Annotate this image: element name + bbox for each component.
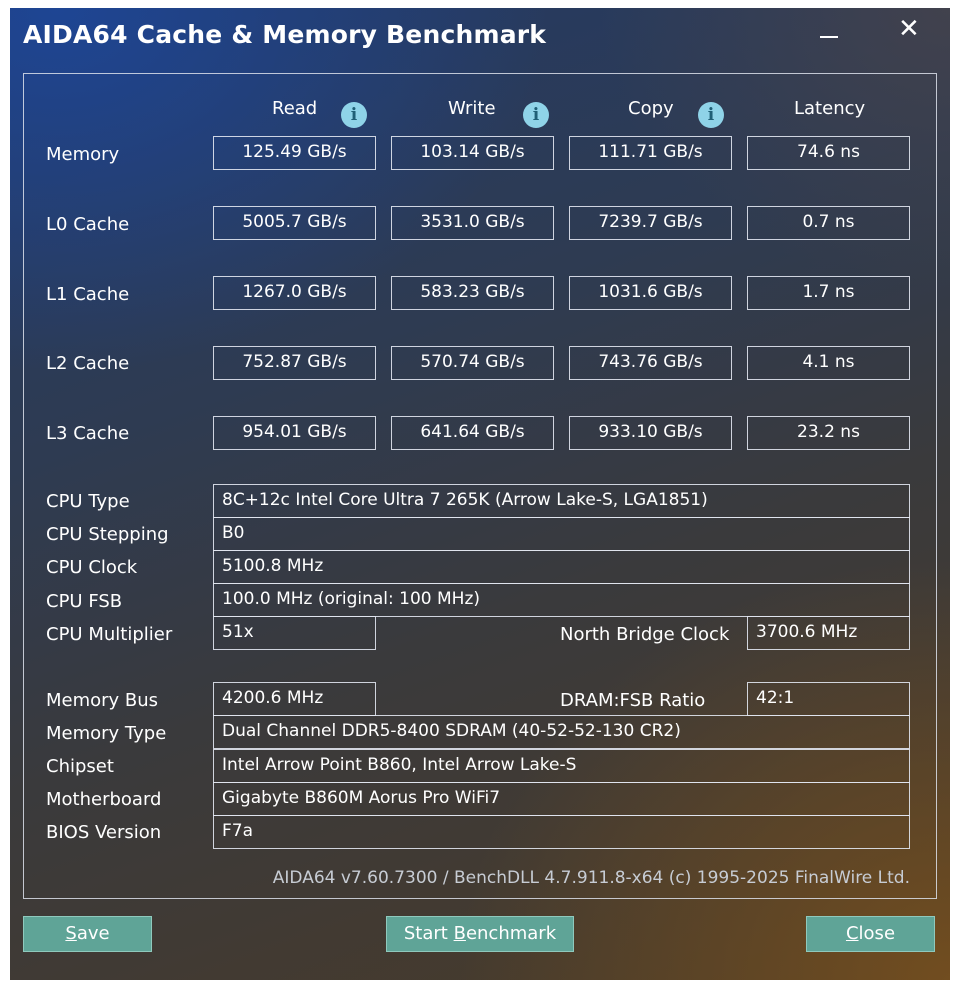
cpu-stepping-field: B0 (213, 517, 910, 551)
l0-copy-field: 7239.7 GB/s (569, 206, 732, 240)
cpu-clock-field: 5100.8 MHz (213, 550, 910, 584)
memory-bus-label: Memory Bus (46, 690, 159, 711)
l2-write-field: 570.74 GB/s (391, 346, 554, 380)
l3-latency-field: 23.2 ns (747, 416, 910, 450)
cpu-stepping-label: CPU Stepping (46, 524, 169, 545)
save-button[interactable]: Save (23, 916, 152, 952)
bios-version-label: BIOS Version (46, 822, 162, 843)
memory-write-field: 103.14 GB/s (391, 136, 554, 170)
north-bridge-clock-field: 3700.6 MHz (747, 616, 910, 650)
header-latency: Latency (794, 98, 866, 119)
version-footer: AIDA64 v7.60.7300 / BenchDLL 4.7.911.8-x… (272, 868, 910, 888)
minimize-icon[interactable] (820, 36, 838, 38)
cpu-type-field: 8C+12c Intel Core Ultra 7 265K (Arrow La… (213, 484, 910, 518)
memory-type-field: Dual Channel DDR5-8400 SDRAM (40-52-52-1… (213, 715, 910, 749)
l2-read-field: 752.87 GB/s (213, 346, 376, 380)
header-read: Read (272, 98, 318, 119)
chipset-field: Intel Arrow Point B860, Intel Arrow Lake… (213, 749, 910, 783)
window-title: AIDA64 Cache & Memory Benchmark (23, 20, 547, 49)
l2-copy-field: 743.76 GB/s (569, 346, 732, 380)
info-icon[interactable]: i (698, 102, 724, 128)
row-label-l2: L2 Cache (46, 353, 130, 374)
chipset-label: Chipset (46, 756, 114, 777)
row-label-l0: L0 Cache (46, 214, 130, 235)
l1-write-field: 583.23 GB/s (391, 276, 554, 310)
memory-read-field: 125.49 GB/s (213, 136, 376, 170)
l1-copy-field: 1031.6 GB/s (569, 276, 732, 310)
cpu-type-label: CPU Type (46, 491, 130, 512)
memory-latency-field: 74.6 ns (747, 136, 910, 170)
info-icon[interactable]: i (523, 102, 549, 128)
cpu-fsb-label: CPU FSB (46, 591, 123, 612)
l3-copy-field: 933.10 GB/s (569, 416, 732, 450)
header-copy: Copy (628, 98, 674, 119)
cpu-clock-label: CPU Clock (46, 557, 138, 578)
header-write: Write (448, 98, 496, 119)
motherboard-label: Motherboard (46, 789, 162, 810)
memory-copy-field: 111.71 GB/s (569, 136, 732, 170)
cpu-fsb-field: 100.0 MHz (original: 100 MHz) (213, 583, 910, 617)
benchmark-window: AIDA64 Cache & Memory Benchmark ✕ Read i… (10, 8, 950, 980)
l0-write-field: 3531.0 GB/s (391, 206, 554, 240)
l1-read-field: 1267.0 GB/s (213, 276, 376, 310)
start-benchmark-button[interactable]: Start Benchmark (386, 916, 574, 952)
close-icon[interactable]: ✕ (898, 16, 920, 42)
l0-latency-field: 0.7 ns (747, 206, 910, 240)
dram-fsb-ratio-field: 42:1 (747, 682, 910, 716)
memory-bus-field: 4200.6 MHz (213, 682, 376, 716)
row-label-l1: L1 Cache (46, 284, 130, 305)
l0-read-field: 5005.7 GB/s (213, 206, 376, 240)
cpu-multiplier-label: CPU Multiplier (46, 624, 173, 645)
memory-type-label: Memory Type (46, 723, 167, 744)
cpu-multiplier-field: 51x (213, 616, 376, 650)
l3-write-field: 641.64 GB/s (391, 416, 554, 450)
info-icon[interactable]: i (341, 102, 367, 128)
close-button[interactable]: Close (806, 916, 935, 952)
l1-latency-field: 1.7 ns (747, 276, 910, 310)
l3-read-field: 954.01 GB/s (213, 416, 376, 450)
l2-latency-field: 4.1 ns (747, 346, 910, 380)
row-label-memory: Memory (46, 144, 120, 165)
motherboard-field: Gigabyte B860M Aorus Pro WiFi7 (213, 782, 910, 816)
row-label-l3: L3 Cache (46, 423, 130, 444)
bios-version-field: F7a (213, 815, 910, 849)
dram-fsb-ratio-label: DRAM:FSB Ratio (560, 690, 706, 711)
north-bridge-clock-label: North Bridge Clock (560, 624, 730, 645)
